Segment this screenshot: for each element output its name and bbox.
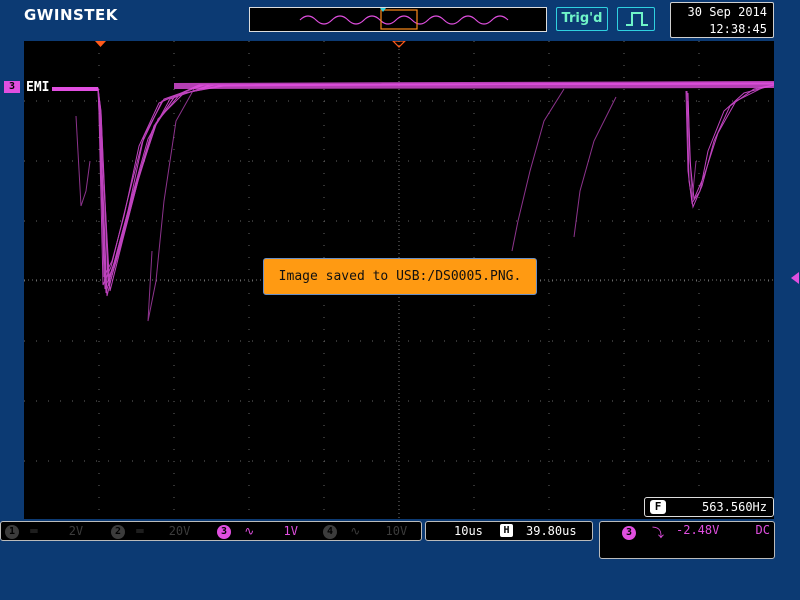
channel-2-settings[interactable]: 2 ═ 20V [111,522,190,540]
trigger-level-marker[interactable] [791,272,799,284]
trigger-mode-icon[interactable] [617,7,655,31]
waveform-overview[interactable] [249,7,547,32]
channel-3-settings[interactable]: 3 ∿ 1V [217,522,298,540]
trigger-source-badge: 3 [622,525,636,540]
ac-coupling-icon: ∿ [244,524,255,538]
horizontal-position-icon: H [500,524,513,537]
frequency-icon: F [650,500,666,514]
channel-1-badge: 1 [5,524,19,539]
overview-trace [299,8,509,30]
falling-edge-icon: ⤵ [652,526,665,540]
channel-1-scale: 2V [68,524,84,538]
dc-coupling-icon: ═ [30,524,38,538]
horizontal-position-value: 39.80us [526,524,577,538]
datetime-display: 30 Sep 2014 12:38:45 [670,2,774,38]
channel-3-marker[interactable]: 3 [4,81,20,93]
channel-3-scale: 1V [283,524,298,538]
dc-coupling-icon: ═ [136,524,144,538]
channel-bar: 1 ═ 2V 2 ═ 20V 3 ∿ 1V 4 ∿ 10V [0,521,422,541]
channel-label: EMI [26,80,50,95]
trigger-level-value: -2.48V [676,523,720,537]
timebase-settings[interactable]: 10us H 39.80us [425,521,593,541]
channel-4-badge: 4 [323,524,337,539]
channel-4-settings[interactable]: 4 ∿ 10V [323,522,407,540]
frequency-readout: F 563.560Hz [644,497,774,517]
frequency-value: 563.560Hz [701,500,767,514]
channel-4-scale: 10V [385,524,408,538]
date-text: 30 Sep 2014 [687,5,767,19]
timebase-scale: 10us [454,524,483,538]
channel-2-badge: 2 [111,524,125,539]
channel-1-settings[interactable]: 1 ═ 2V [5,522,83,540]
trigger-coupling: DC [755,523,770,537]
trigger-settings[interactable]: 3 ⤵ -2.48V DC [599,521,775,559]
gwinstek-logo: GWINSTEK [24,6,118,24]
time-text: 12:38:45 [709,22,767,36]
trigger-status: Trig'd [556,7,608,31]
channel-3-badge: 3 [217,524,231,539]
ac-coupling-icon: ∿ [350,524,361,538]
save-message-popup: Image saved to USB:/DS0005.PNG. [263,258,537,295]
channel-2-scale: 20V [168,524,191,538]
